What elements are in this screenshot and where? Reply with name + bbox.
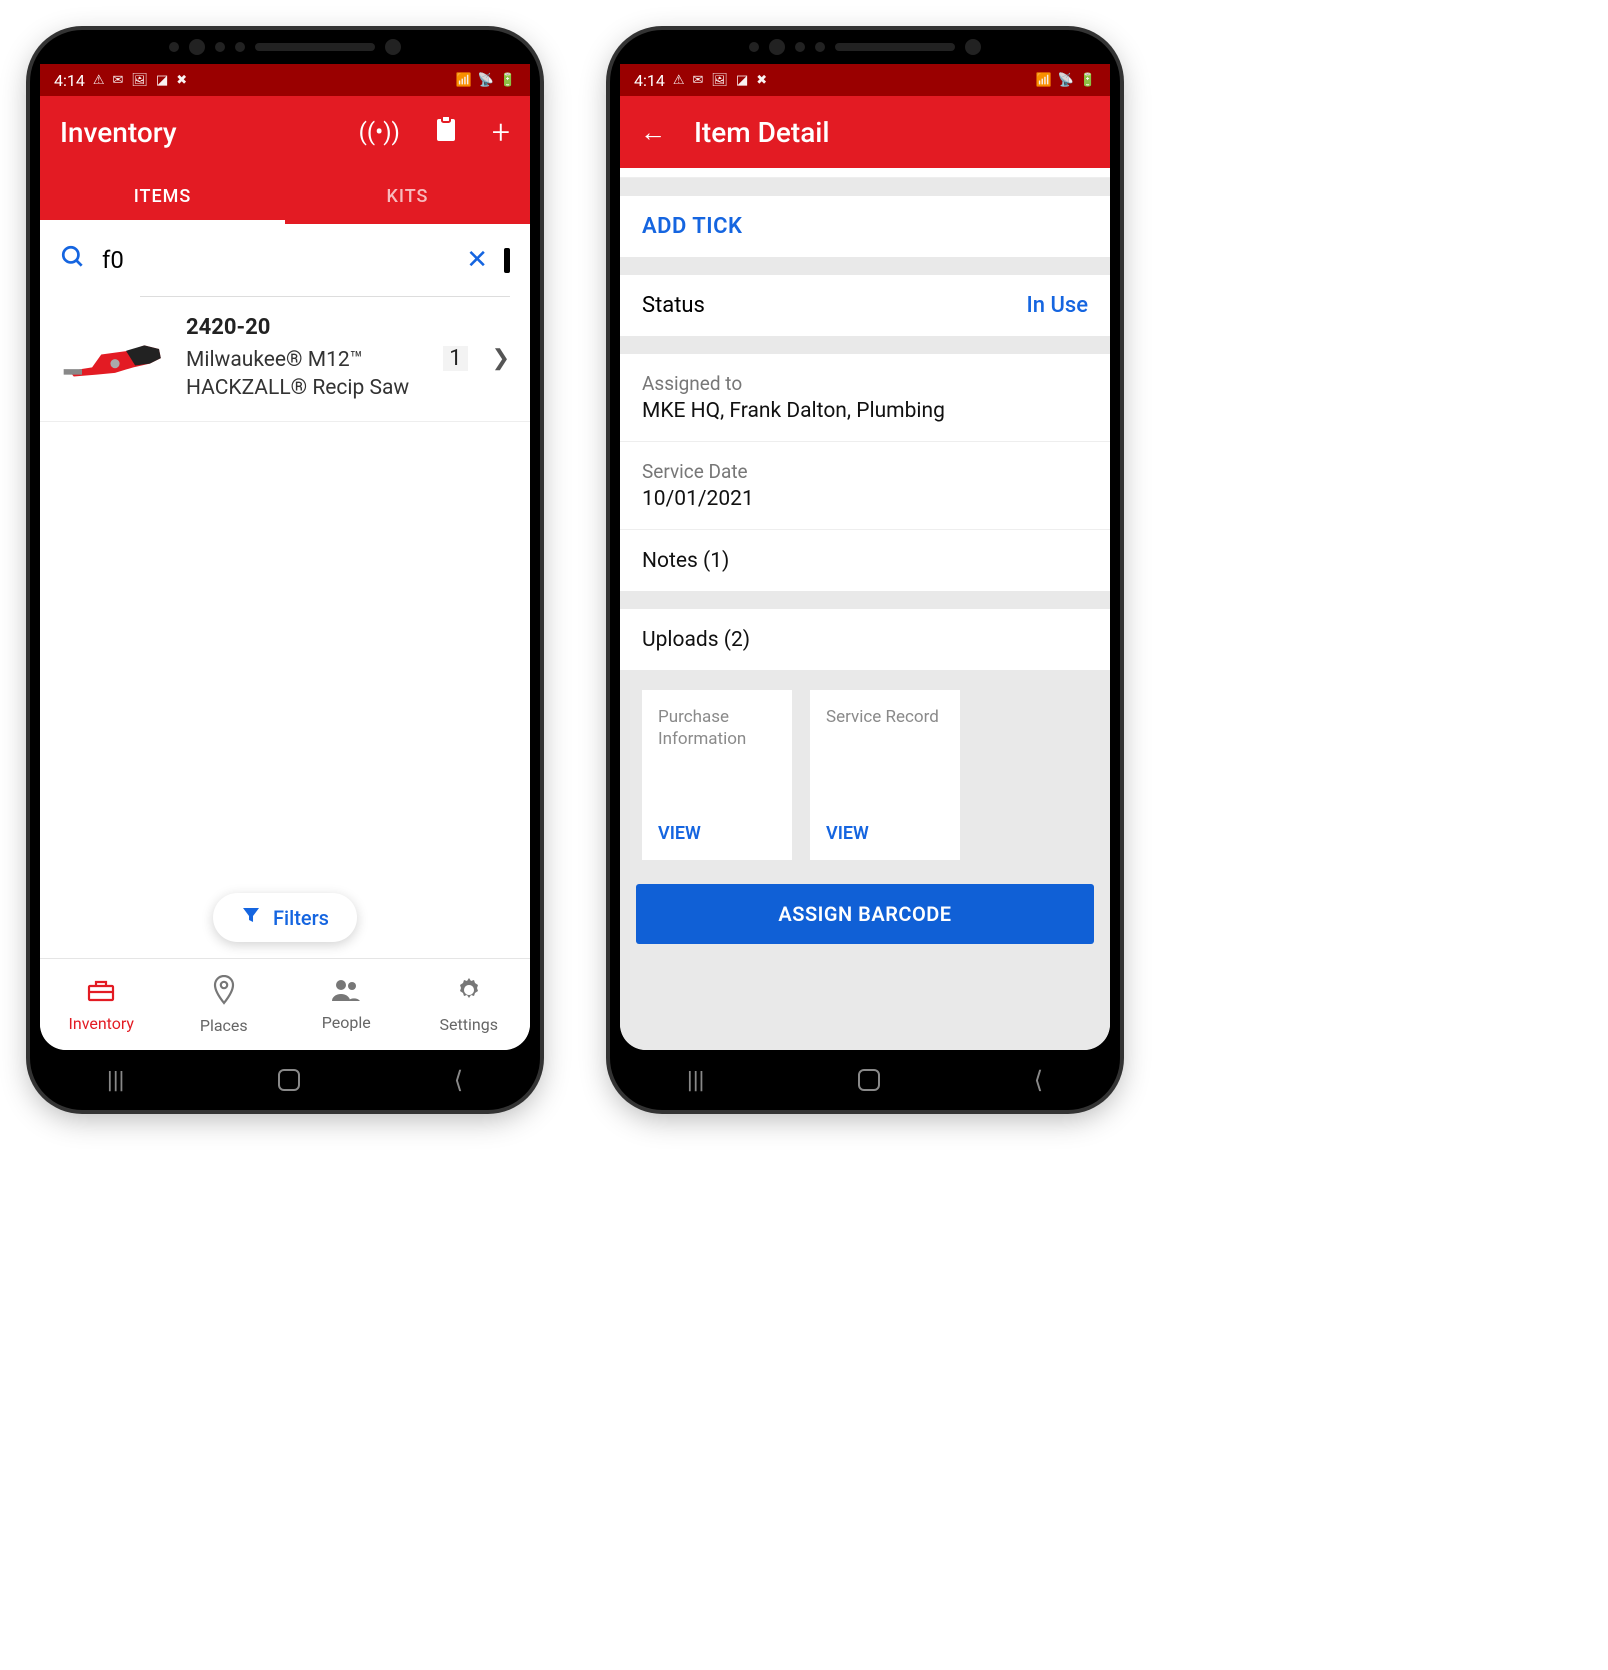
card-service-record[interactable]: Service Record VIEW xyxy=(810,690,960,860)
notes-label: Notes (1) xyxy=(642,549,729,573)
item-thumbnail xyxy=(60,319,170,399)
signal-off-icon: ◪ xyxy=(156,73,168,88)
status-time: 4:14 xyxy=(54,71,85,90)
network-icon: 📡 xyxy=(1058,73,1074,88)
nav-places[interactable]: Places xyxy=(163,959,286,1050)
gear-icon xyxy=(455,976,483,1011)
filters-button[interactable]: Filters xyxy=(213,893,357,942)
home-button[interactable] xyxy=(278,1069,300,1091)
card-purchase-info[interactable]: Purchase Information VIEW xyxy=(642,690,792,860)
speaker-sensor-bar xyxy=(30,30,540,64)
filters-label: Filters xyxy=(273,906,329,930)
image-icon: 🖼 xyxy=(711,73,728,88)
broadcast-icon[interactable]: ((•)) xyxy=(359,118,400,146)
close-badge-icon: ✖ xyxy=(176,73,187,88)
nav-inventory-label: Inventory xyxy=(69,1014,135,1033)
list-item[interactable]: 2420-20 Milwaukee® M12™ HACKZALL® Recip … xyxy=(40,297,530,421)
close-badge-icon: ✖ xyxy=(756,73,767,88)
nav-settings-label: Settings xyxy=(440,1015,498,1034)
nav-inventory[interactable]: Inventory xyxy=(40,959,163,1050)
tab-items[interactable]: ITEMS xyxy=(40,168,285,224)
battery-icon: 🔋 xyxy=(1080,73,1096,88)
signal-off-icon: ◪ xyxy=(736,73,748,88)
toolbox-icon xyxy=(86,977,116,1010)
status-value: In Use xyxy=(1027,293,1088,318)
wifi-icon: 📶 xyxy=(1035,73,1051,88)
clipboard-icon[interactable] xyxy=(434,115,458,149)
assigned-value: MKE HQ, Frank Dalton, Plumbing xyxy=(642,399,1088,423)
nav-people[interactable]: People xyxy=(285,959,408,1050)
filter-icon xyxy=(241,905,261,930)
page-title: Item Detail xyxy=(694,116,830,149)
speaker-sensor-bar xyxy=(610,30,1120,64)
service-date-label: Service Date xyxy=(642,460,1088,483)
android-status-bar: 4:14 ⚠ ✉ 🖼 ◪ ✖ 📶 📡 🔋 xyxy=(620,64,1110,96)
phone-item-detail: 4:14 ⚠ ✉ 🖼 ◪ ✖ 📶 📡 🔋 ← Item Detail ADD xyxy=(610,30,1120,1110)
assigned-label: Assigned to xyxy=(642,372,1088,395)
network-icon: 📡 xyxy=(478,73,494,88)
item-name: Milwaukee® M12™ HACKZALL® Recip Saw xyxy=(186,346,427,403)
info-cards: Purchase Information VIEW Service Record… xyxy=(620,670,1110,884)
recents-button[interactable]: ||| xyxy=(687,1066,705,1094)
uploads-label: Uploads (2) xyxy=(642,628,750,652)
nav-people-label: People xyxy=(322,1013,371,1032)
bottom-nav: Inventory Places People Settings xyxy=(40,958,530,1050)
mail-icon: ✉ xyxy=(113,73,124,88)
status-label: Status xyxy=(642,293,705,318)
uploads-row[interactable]: Uploads (2) xyxy=(620,609,1110,670)
page-title: Inventory xyxy=(60,116,177,149)
back-arrow-icon[interactable]: ← xyxy=(640,117,666,148)
mail-icon: ✉ xyxy=(693,73,704,88)
notes-row[interactable]: Notes (1) xyxy=(620,530,1110,591)
search-icon xyxy=(60,244,86,276)
android-nav-bar: ||| ⟨ xyxy=(30,1050,540,1110)
battery-icon: 🔋 xyxy=(500,73,516,88)
back-button[interactable]: ⟨ xyxy=(454,1066,463,1094)
add-icon[interactable]: + xyxy=(492,113,510,151)
search-row: ✕ xyxy=(40,224,530,296)
chevron-right-icon: ❯ xyxy=(492,346,510,371)
pin-icon xyxy=(212,975,236,1012)
warning-icon: ⚠ xyxy=(673,73,685,88)
detail-scroll[interactable]: ADD TICK Status In Use Assigned to MKE H… xyxy=(620,168,1110,1050)
recents-button[interactable]: ||| xyxy=(107,1066,125,1094)
app-header: ← Item Detail xyxy=(620,96,1110,168)
card-view-link[interactable]: VIEW xyxy=(826,823,944,844)
warning-icon: ⚠ xyxy=(93,73,105,88)
tab-kits[interactable]: KITS xyxy=(285,168,530,224)
item-sku: 2420-20 xyxy=(186,315,427,340)
image-icon: 🖼 xyxy=(131,73,148,88)
item-count: 1 xyxy=(443,346,467,371)
service-date-row[interactable]: Service Date 10/01/2021 xyxy=(620,442,1110,529)
android-nav-bar: ||| ⟨ xyxy=(610,1050,1120,1110)
barcode-scan-icon[interactable] xyxy=(504,251,510,270)
nav-places-label: Places xyxy=(200,1016,248,1035)
status-row[interactable]: Status In Use xyxy=(620,275,1110,336)
service-date-value: 10/01/2021 xyxy=(642,487,1088,511)
app-header: Inventory ((•)) + ITEMS KITS xyxy=(40,96,530,224)
status-time: 4:14 xyxy=(634,71,665,90)
android-status-bar: 4:14 ⚠ ✉ 🖼 ◪ ✖ 📶 📡 🔋 xyxy=(40,64,530,96)
search-input[interactable] xyxy=(102,246,450,274)
wifi-icon: 📶 xyxy=(455,73,471,88)
assign-barcode-button[interactable]: ASSIGN BARCODE xyxy=(636,884,1094,944)
phone-inventory: 4:14 ⚠ ✉ 🖼 ◪ ✖ 📶 📡 🔋 Inventory ((•)) xyxy=(30,30,540,1110)
tab-bar: ITEMS KITS xyxy=(40,168,530,224)
card-view-link[interactable]: VIEW xyxy=(658,823,776,844)
people-icon xyxy=(330,978,362,1009)
card-title: Service Record xyxy=(826,706,944,728)
card-title: Purchase Information xyxy=(658,706,776,750)
assigned-row[interactable]: Assigned to MKE HQ, Frank Dalton, Plumbi… xyxy=(620,354,1110,441)
clear-search-icon[interactable]: ✕ xyxy=(466,245,488,275)
nav-settings[interactable]: Settings xyxy=(408,959,531,1050)
home-button[interactable] xyxy=(858,1069,880,1091)
add-tick-button[interactable]: ADD TICK xyxy=(620,196,1110,257)
back-button[interactable]: ⟨ xyxy=(1034,1066,1043,1094)
